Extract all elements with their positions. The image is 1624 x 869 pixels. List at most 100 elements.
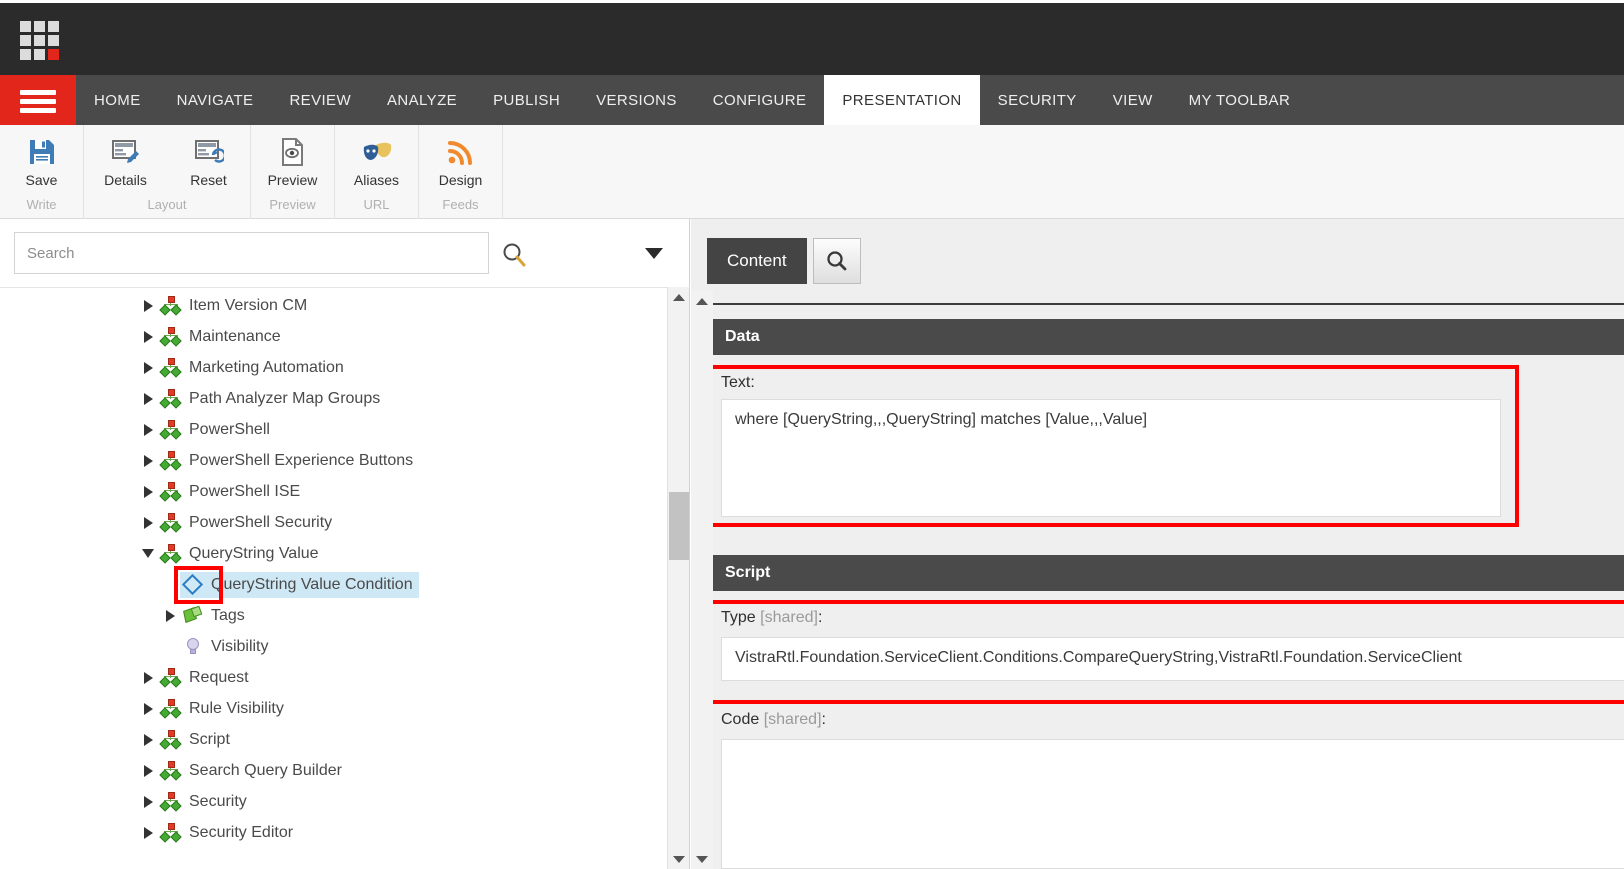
collapse-triangle-down-icon[interactable] [138,549,158,558]
tree-item-visibility[interactable]: Visibility [180,634,275,660]
tree-item-label: PowerShell Security [189,513,333,531]
expand-triangle-right-icon[interactable] [138,392,158,405]
node-icon [159,791,182,813]
expand-triangle-right-icon[interactable] [138,764,158,777]
ribbon-tab-analyze[interactable]: ANALYZE [369,75,475,125]
node-icon [159,450,182,472]
scroll-down-arrow-icon[interactable] [691,849,713,869]
tree-item-label: Request [189,668,249,686]
expand-triangle-right-icon[interactable] [138,485,158,498]
expand-triangle-right-icon[interactable] [138,702,158,715]
tree-scrollbar-thumb[interactable] [669,492,689,560]
ribbon-tabs: HOME NAVIGATE REVIEW ANALYZE PUBLISH VERSIONS… [76,75,1308,125]
tree-item-powershell-ise[interactable]: PowerShell ISE [158,479,306,505]
details-button[interactable]: Details [84,125,167,197]
tree-item-querystring-value-condition[interactable]: QueryString Value Condition [180,571,419,598]
ribbon-group-label: Preview [269,197,316,212]
tab-content-label: Content [727,251,787,270]
aliases-button[interactable]: Aliases [335,125,418,197]
field-label-text-value: Text: [721,374,755,391]
tree-item-script[interactable]: Script [158,727,236,753]
ribbon-tab-security[interactable]: SECURITY [980,75,1095,125]
expand-triangle-right-icon[interactable] [138,671,158,684]
sitecore-logo-icon[interactable] [20,21,59,60]
ribbon-tab-publish[interactable]: PUBLISH [475,75,578,125]
ribbon-group-preview: Preview Preview [251,125,335,219]
tree-item-label: Maintenance [189,327,281,345]
field-label-text: Text: [721,374,755,392]
tree-item-tags[interactable]: Tags [180,603,251,629]
expand-triangle-right-icon[interactable] [138,423,158,436]
tree-item-request[interactable]: Request [158,665,255,691]
save-label: Save [25,172,58,188]
ribbon-tab-review[interactable]: REVIEW [271,75,369,125]
search-options-chevron-down-icon[interactable] [645,248,663,259]
tree-row: Marketing Automation [0,352,668,383]
field-input-code[interactable] [721,739,1624,869]
tree-item-item-version-cm[interactable]: Item Version CM [158,293,313,319]
design-label: Design [438,172,483,188]
editor-search-button[interactable] [812,238,861,284]
scroll-up-arrow-icon[interactable] [691,291,713,311]
save-button[interactable]: Save [0,125,83,197]
ribbon-tab-versions[interactable]: VERSIONS [578,75,695,125]
tree-scrollbar[interactable] [667,287,689,869]
reset-button[interactable]: Reset [167,125,250,197]
expand-triangle-right-icon[interactable] [138,795,158,808]
field-input-type[interactable]: VistraRtl.Foundation.ServiceClient.Condi… [721,637,1624,681]
tree-search-row [0,232,690,290]
expand-triangle-right-icon[interactable] [138,516,158,529]
preview-button[interactable]: Preview [251,125,334,197]
expand-triangle-right-icon[interactable] [138,826,158,839]
tree-item-label: Security Editor [189,823,294,841]
expand-triangle-right-icon[interactable] [138,330,158,343]
ribbon-tab-presentation[interactable]: PRESENTATION [824,75,980,125]
application-header [0,3,1624,75]
hamburger-menu-button[interactable] [0,75,76,125]
ribbon-tab-configure[interactable]: CONFIGURE [695,75,825,125]
field-label-colon: : [817,609,823,626]
expand-triangle-right-icon[interactable] [138,454,158,467]
tree-row: PowerShell [0,414,668,445]
field-input-text[interactable]: where [QueryString,,,QueryString] matche… [721,399,1501,517]
ribbon-tab-home[interactable]: HOME [76,75,159,125]
expand-triangle-right-icon[interactable] [138,299,158,312]
design-button[interactable]: Design [419,125,502,197]
scroll-up-arrow-icon[interactable] [668,287,690,307]
tree-item-label: Tags [211,606,245,624]
tree-item-path-analyzer-map-groups[interactable]: Path Analyzer Map Groups [158,386,386,412]
tree-item-querystring-value[interactable]: QueryString Value [158,541,325,567]
tree-row: PowerShell ISE [0,476,668,507]
tree-item-powershell-experience-buttons[interactable]: PowerShell Experience Buttons [158,448,419,474]
expand-triangle-right-icon[interactable] [138,733,158,746]
expand-triangle-right-icon[interactable] [160,609,180,622]
tab-content[interactable]: Content [707,238,807,284]
tree-item-label: Visibility [211,637,269,655]
tree-item-rule-visibility[interactable]: Rule Visibility [158,696,290,722]
search-icon[interactable] [500,240,530,275]
bulb-icon [182,636,204,658]
tree-item-search-query-builder[interactable]: Search Query Builder [158,758,348,784]
tree-item-label: Security [189,792,247,810]
node-icon [159,295,182,317]
ribbon-group-label: Layout [147,197,187,212]
ribbon-tab-navigate[interactable]: NAVIGATE [159,75,272,125]
rss-feed-icon [446,134,476,170]
tree-row: Security [0,786,668,817]
tree-item-security[interactable]: Security [158,789,253,815]
tree-item-security-editor[interactable]: Security Editor [158,820,299,846]
expand-triangle-right-icon[interactable] [138,361,158,374]
logo-cell [34,49,45,60]
node-icon [159,512,182,534]
tree-item-marketing-automation[interactable]: Marketing Automation [158,355,350,381]
tree-item-powershell[interactable]: PowerShell [158,417,276,443]
ribbon-tab-view[interactable]: VIEW [1095,75,1171,125]
tree-item-maintenance[interactable]: Maintenance [158,324,287,350]
scroll-down-arrow-icon[interactable] [668,849,690,869]
editor-scrollbar[interactable] [691,291,713,869]
tree-item-powershell-security[interactable]: PowerShell Security [158,510,338,536]
ribbon-tab-my-toolbar[interactable]: MY TOOLBAR [1171,75,1309,125]
search-input[interactable] [14,232,489,274]
search-icon [826,251,846,271]
field-label-code-value: Code [721,711,764,728]
